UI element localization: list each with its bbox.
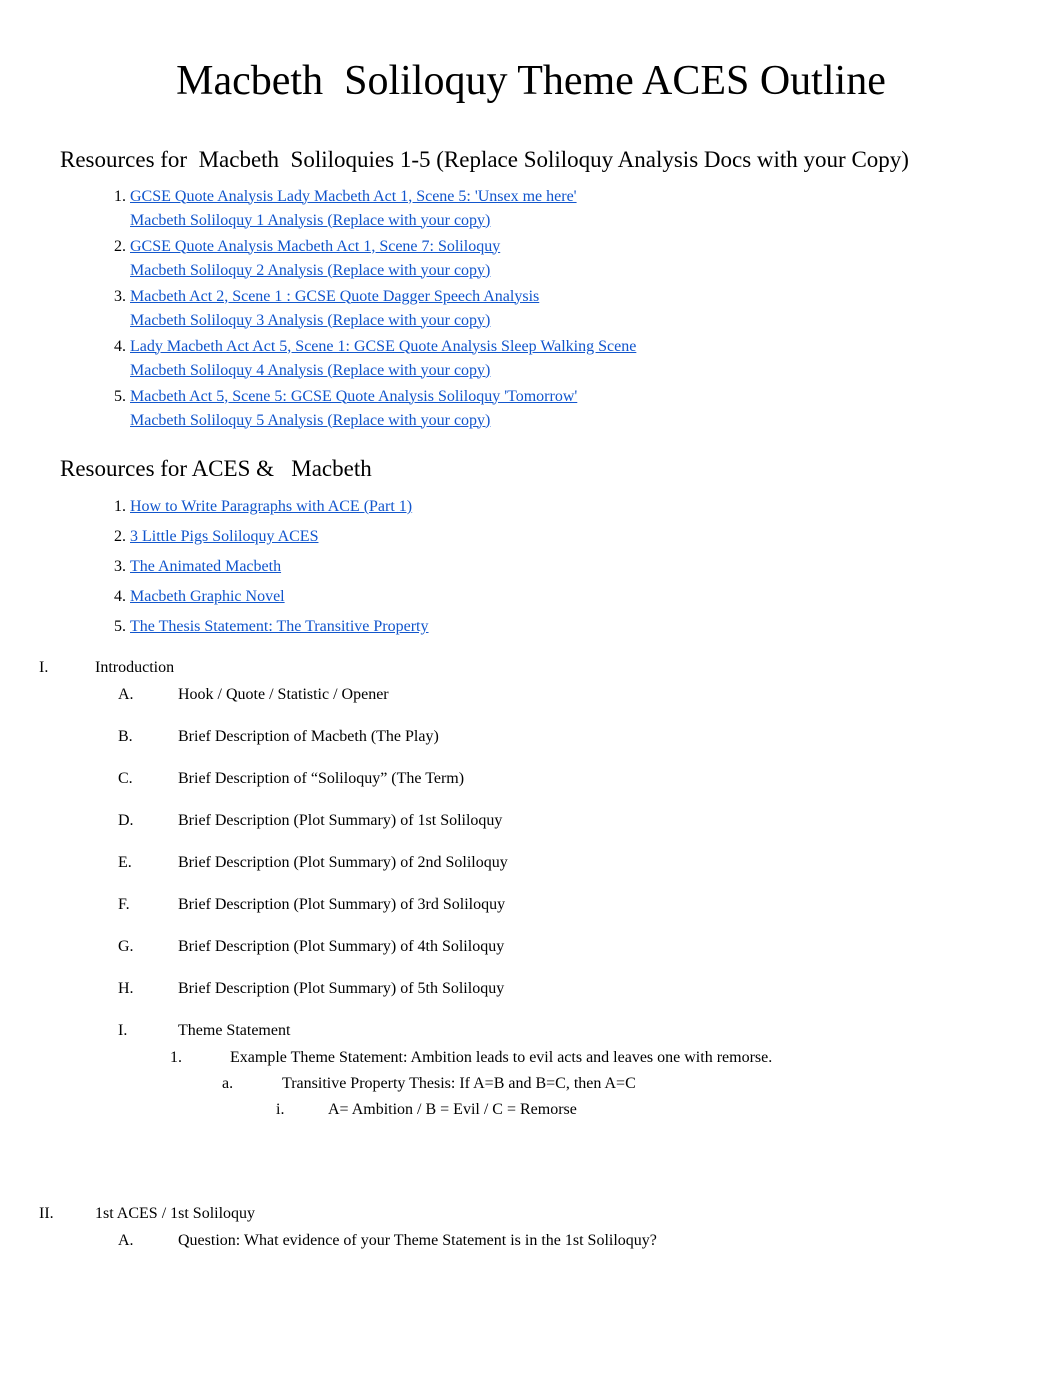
resource-item: How to Write Paragraphs with ACE (Part 1… [130, 492, 1002, 522]
outline-text: Brief Description (Plot Summary) of 4th … [178, 938, 504, 955]
outline-marker: II. [67, 1202, 95, 1226]
outline-text: Brief Description of “Soliloquy” (The Te… [178, 770, 464, 787]
resource-link[interactable]: Macbeth Soliloquy 5 Analysis (Replace wi… [130, 409, 1002, 433]
outline-marker: a. [252, 1072, 282, 1096]
page-title: Macbeth Soliloquy Theme ACES Outline [60, 50, 1002, 113]
outline-text: Brief Description of Macbeth (The Play) [178, 728, 439, 745]
resources-list-2: How to Write Paragraphs with ACE (Part 1… [60, 492, 1002, 642]
resource-link[interactable]: Macbeth Act 5, Scene 5: GCSE Quote Analy… [130, 385, 1002, 409]
resource-item: GCSE Quote Analysis Lady Macbeth Act 1, … [130, 184, 1002, 234]
outline: I.Introduction A.Hook / Quote / Statisti… [60, 656, 1002, 1253]
resource-link[interactable]: Macbeth Soliloquy 3 Analysis (Replace wi… [130, 309, 1002, 333]
outline-marker: E. [148, 851, 178, 875]
outline-text: Brief Description (Plot Summary) of 2nd … [178, 854, 508, 871]
outline-marker: B. [148, 725, 178, 749]
outline-marker: A. [148, 683, 178, 707]
outline-text: Hook / Quote / Statistic / Opener [178, 686, 389, 703]
resource-link[interactable]: 3 Little Pigs Soliloquy ACES [130, 528, 318, 545]
resource-link[interactable]: Lady Macbeth Act Act 5, Scene 1: GCSE Qu… [130, 335, 1002, 359]
outline-text: Example Theme Statement: Ambition leads … [230, 1049, 772, 1066]
outline-marker: I. [67, 656, 95, 680]
outline-marker: D. [148, 809, 178, 833]
outline-item-i: I.Theme Statement [60, 1019, 1002, 1043]
spacer [60, 1122, 1002, 1192]
outline-marker: F. [148, 893, 178, 917]
outline-item-e: E.Brief Description (Plot Summary) of 2n… [60, 851, 1002, 875]
outline-sub-i: i.A= Ambition / B = Evil / C = Remorse [60, 1098, 1002, 1122]
resource-link[interactable]: Macbeth Soliloquy 2 Analysis (Replace wi… [130, 259, 1002, 283]
outline-text: Question: What evidence of your Theme St… [178, 1232, 657, 1249]
resource-item: Macbeth Act 5, Scene 5: GCSE Quote Analy… [130, 384, 1002, 434]
resource-item: Lady Macbeth Act Act 5, Scene 1: GCSE Qu… [130, 334, 1002, 384]
outline-sub-1: 1.Example Theme Statement: Ambition lead… [60, 1046, 1002, 1070]
resource-link[interactable]: Macbeth Soliloquy 4 Analysis (Replace wi… [130, 359, 1002, 383]
resource-link[interactable]: The Animated Macbeth [130, 558, 281, 575]
outline-text: Brief Description (Plot Summary) of 1st … [178, 812, 502, 829]
outline-item-d: D.Brief Description (Plot Summary) of 1s… [60, 809, 1002, 833]
outline-text: 1st ACES / 1st Soliloquy [95, 1205, 255, 1222]
outline-marker: H. [148, 977, 178, 1001]
outline-item-g: G.Brief Description (Plot Summary) of 4t… [60, 935, 1002, 959]
section-heading-resources-1: Resources for Macbeth Soliloquies 1-5 (R… [60, 143, 1002, 178]
outline-marker: 1. [200, 1046, 230, 1070]
outline-marker: C. [148, 767, 178, 791]
outline-marker: i. [302, 1098, 328, 1122]
resources-list-1: GCSE Quote Analysis Lady Macbeth Act 1, … [60, 184, 1002, 434]
section-heading-resources-2: Resources for ACES & Macbeth [60, 452, 1002, 487]
outline-section-first-aces: II.1st ACES / 1st Soliloquy [60, 1202, 1002, 1226]
resource-link[interactable]: The Thesis Statement: The Transitive Pro… [130, 618, 429, 635]
outline-item-h: H.Brief Description (Plot Summary) of 5t… [60, 977, 1002, 1001]
outline-text: Brief Description (Plot Summary) of 5th … [178, 980, 504, 997]
outline-item-f: F.Brief Description (Plot Summary) of 3r… [60, 893, 1002, 917]
resource-link[interactable]: Macbeth Soliloquy 1 Analysis (Replace wi… [130, 209, 1002, 233]
outline-sub-a: a.Transitive Property Thesis: If A=B and… [60, 1072, 1002, 1096]
outline-text: Theme Statement [178, 1022, 290, 1039]
outline-marker: A. [148, 1229, 178, 1253]
resource-item: The Animated Macbeth [130, 552, 1002, 582]
resource-link[interactable]: GCSE Quote Analysis Lady Macbeth Act 1, … [130, 185, 1002, 209]
resource-link[interactable]: How to Write Paragraphs with ACE (Part 1… [130, 498, 412, 515]
resource-link[interactable]: GCSE Quote Analysis Macbeth Act 1, Scene… [130, 235, 1002, 259]
outline-text: Transitive Property Thesis: If A=B and B… [282, 1075, 636, 1092]
resource-item: 3 Little Pigs Soliloquy ACES [130, 522, 1002, 552]
outline-item-c: C.Brief Description of “Soliloquy” (The … [60, 767, 1002, 791]
resource-item: The Thesis Statement: The Transitive Pro… [130, 612, 1002, 642]
outline-section-introduction: I.Introduction [60, 656, 1002, 680]
outline-item-a: A.Hook / Quote / Statistic / Opener [60, 683, 1002, 707]
resource-link[interactable]: Macbeth Act 2, Scene 1 : GCSE Quote Dagg… [130, 285, 1002, 309]
outline-text: Brief Description (Plot Summary) of 3rd … [178, 896, 505, 913]
outline-item-b: B.Brief Description of Macbeth (The Play… [60, 725, 1002, 749]
outline-text: A= Ambition / B = Evil / C = Remorse [328, 1101, 577, 1118]
outline-marker: G. [148, 935, 178, 959]
resource-item: Macbeth Act 2, Scene 1 : GCSE Quote Dagg… [130, 284, 1002, 334]
resource-item: Macbeth Graphic Novel [130, 582, 1002, 612]
outline-item-iia: A.Question: What evidence of your Theme … [60, 1229, 1002, 1253]
resource-link[interactable]: Macbeth Graphic Novel [130, 588, 285, 605]
outline-text: Introduction [95, 659, 174, 676]
outline-marker: I. [148, 1019, 178, 1043]
resource-item: GCSE Quote Analysis Macbeth Act 1, Scene… [130, 234, 1002, 284]
